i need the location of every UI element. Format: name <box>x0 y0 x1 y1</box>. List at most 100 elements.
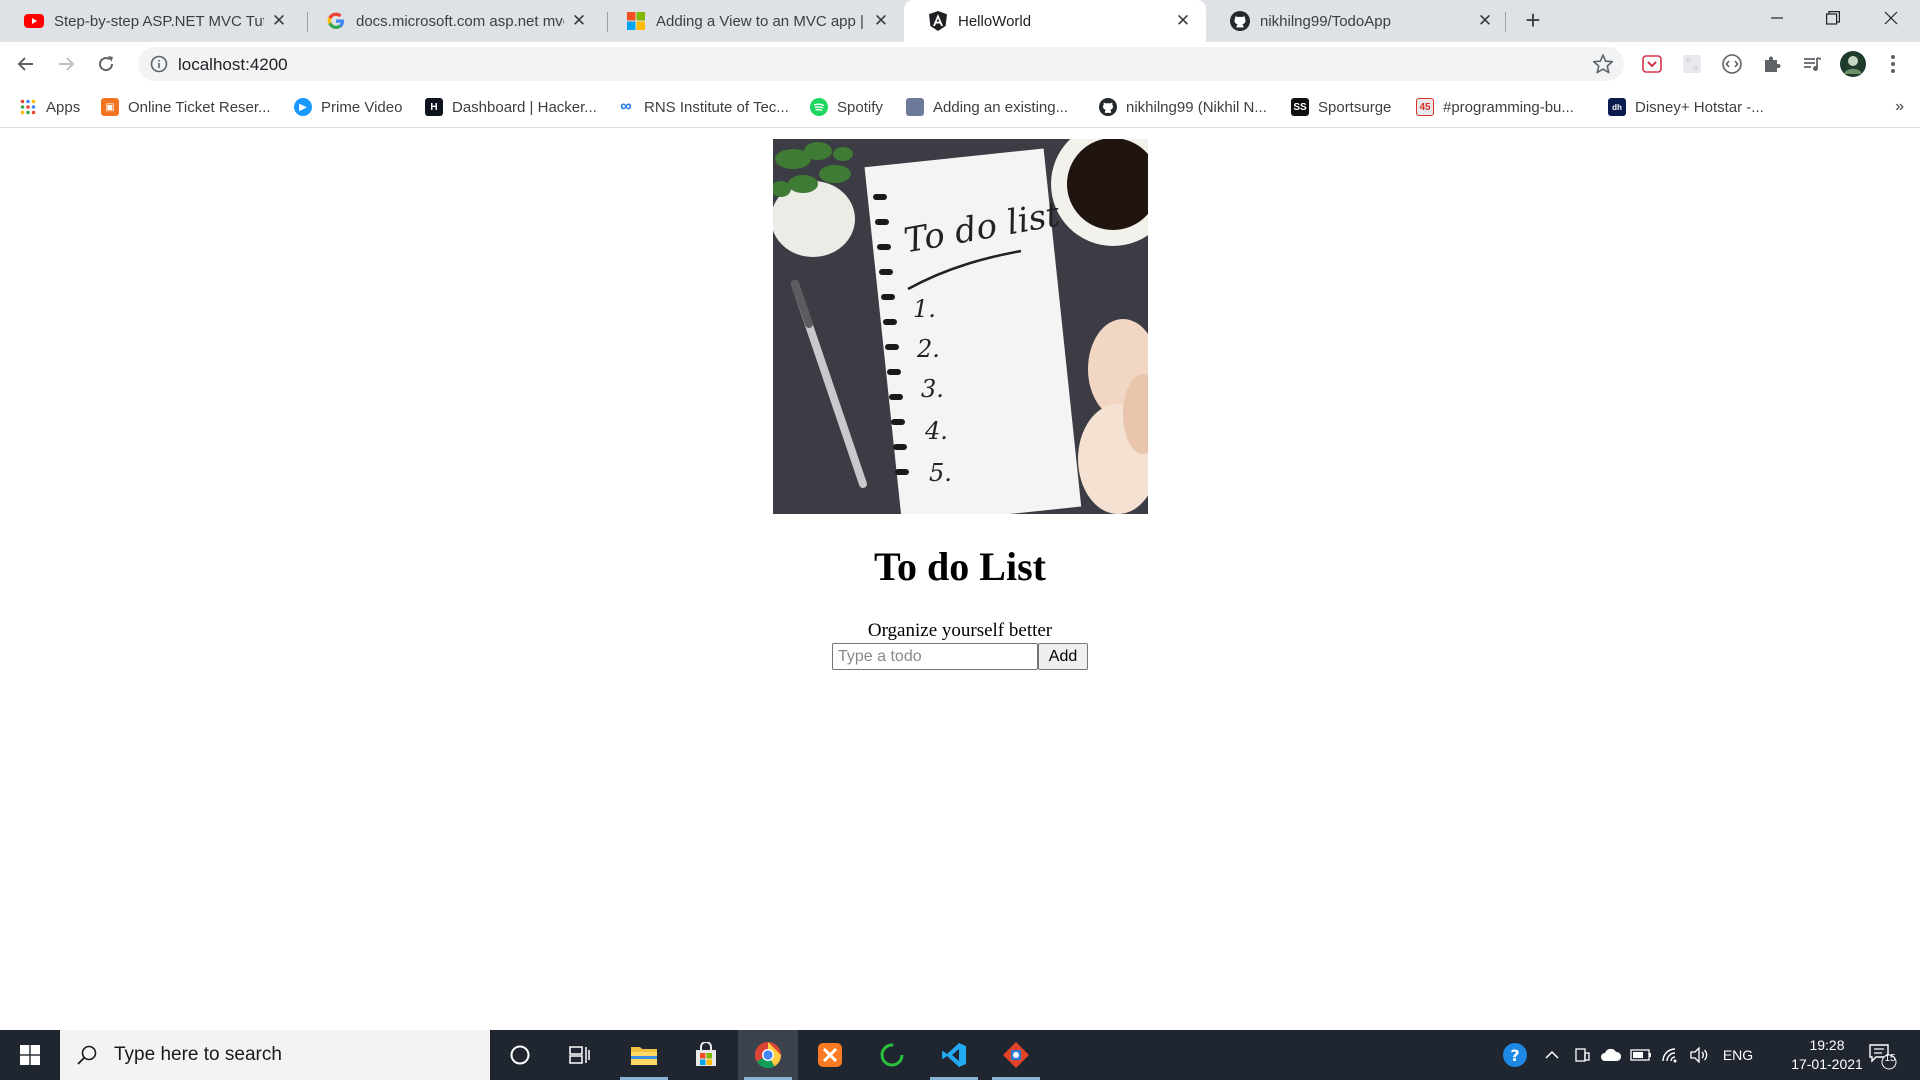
bookmark-apps[interactable]: Apps <box>19 95 80 119</box>
microsoft-icon <box>626 11 646 31</box>
github-icon <box>1099 98 1117 116</box>
cortana-button[interactable] <box>490 1030 550 1080</box>
onedrive-icon[interactable] <box>1598 1030 1624 1080</box>
restore-button[interactable] <box>1808 0 1858 36</box>
store-app[interactable] <box>676 1030 736 1080</box>
bookmark-hotstar[interactable]: dh Disney+ Hotstar -... <box>1608 95 1764 119</box>
vscode-app[interactable] <box>924 1030 984 1080</box>
language-indicator[interactable]: ENG <box>1718 1030 1758 1080</box>
bookmark-label: #programming-bu... <box>1443 98 1574 116</box>
chrome-icon <box>754 1041 782 1069</box>
address-bar[interactable]: localhost:4200 <box>138 47 1624 81</box>
reload-button[interactable] <box>92 50 120 78</box>
folder-icon <box>631 1047 657 1065</box>
wifi-icon[interactable] <box>1658 1030 1684 1080</box>
forward-button[interactable] <box>52 50 80 78</box>
store-icon <box>696 1042 716 1066</box>
close-icon[interactable]: ✕ <box>872 11 890 30</box>
info-icon[interactable] <box>150 55 168 73</box>
start-button[interactable] <box>0 1030 60 1080</box>
hero-item-5: 5. <box>929 459 952 487</box>
search-icon <box>76 1044 98 1066</box>
bookmark-rns-institute[interactable]: ∞ RNS Institute of Tec... <box>617 95 789 119</box>
browser-chrome: Step-by-step ASP.NET MVC Tutorial ✕ docs… <box>0 0 1920 128</box>
sync-app[interactable] <box>862 1030 922 1080</box>
task-view-icon <box>569 1046 590 1064</box>
close-icon[interactable]: ✕ <box>1174 11 1192 30</box>
clock[interactable]: 19:28 17-01-2021 <box>1782 1036 1872 1074</box>
tab-google[interactable]: docs.microsoft.com asp.net mvc ✕ <box>302 0 602 42</box>
bookmark-online-ticket[interactable]: ▣ Online Ticket Reser... <box>101 95 271 119</box>
angular-icon <box>928 11 948 31</box>
hero-item-1: 1. <box>913 295 936 323</box>
notifications-button[interactable]: 15 <box>1862 1030 1902 1080</box>
bookmark-label: Apps <box>46 98 81 116</box>
page-subtitle: Organize yourself better <box>867 620 1053 641</box>
taskbar: Type here to search ? ENG 19:28 17-01-20… <box>0 1030 1920 1080</box>
address-url: localhost:4200 <box>178 55 288 74</box>
chrome-app[interactable] <box>738 1030 798 1080</box>
xampp-icon <box>818 1043 842 1067</box>
minimize-button[interactable] <box>1752 0 1802 36</box>
prime-video-icon: ▶ <box>294 98 312 116</box>
close-icon[interactable]: ✕ <box>270 11 288 30</box>
bookmark-hackerrank[interactable]: H Dashboard | Hacker... <box>425 95 597 119</box>
todo-input[interactable] <box>832 643 1038 670</box>
bookmarks-overflow-button[interactable]: » <box>1895 98 1904 116</box>
clock-time: 19:28 <box>1809 1037 1845 1053</box>
hackerrank-icon: H <box>425 98 443 116</box>
device-icon[interactable] <box>1570 1030 1594 1080</box>
bookmark-sportsurge[interactable]: SS Sportsurge <box>1291 95 1391 119</box>
chevron-up-icon[interactable] <box>1540 1030 1564 1080</box>
bookmark-prime-video[interactable]: ▶ Prime Video <box>294 95 402 119</box>
cortana-icon <box>510 1045 530 1065</box>
help-icon[interactable]: ? <box>1500 1030 1530 1080</box>
tab-github[interactable]: nikhilng99/TodoApp ✕ <box>1206 0 1508 42</box>
sync-icon <box>880 1043 904 1067</box>
search-placeholder: Type here to search <box>114 1044 282 1065</box>
bookmark-programming[interactable]: 45 #programming-bu... <box>1416 95 1574 119</box>
infinity-icon: ∞ <box>620 98 632 115</box>
taskbar-search[interactable]: Type here to search <box>60 1030 490 1080</box>
add-button[interactable]: Add <box>1038 643 1088 670</box>
media-queue-icon[interactable] <box>1801 53 1823 75</box>
bookmark-spotify[interactable]: Spotify <box>810 95 883 119</box>
page-icon <box>906 98 924 116</box>
volume-icon[interactable] <box>1686 1030 1712 1080</box>
puzzle-extensions-icon[interactable] <box>1761 53 1783 75</box>
xampp-app[interactable] <box>800 1030 860 1080</box>
close-icon[interactable]: ✕ <box>570 11 588 30</box>
bookmark-github-profile[interactable]: nikhilng99 (Nikhil N... <box>1099 95 1267 119</box>
star-icon[interactable] <box>1592 53 1614 75</box>
file-explorer-app[interactable] <box>614 1030 674 1080</box>
hero-item-2: 2. <box>916 335 940 363</box>
svg-text:?: ? <box>1510 1046 1519 1065</box>
tab-helloworld[interactable]: HelloWorld ✕ <box>904 0 1206 42</box>
ticket-icon: ▣ <box>101 98 119 116</box>
pocket-extension-icon[interactable] <box>1641 53 1663 75</box>
clock-date: 17-01-2021 <box>1791 1056 1863 1072</box>
task-view-button[interactable] <box>550 1030 610 1080</box>
close-icon[interactable]: ✕ <box>1476 11 1494 30</box>
tab-title: docs.microsoft.com asp.net mvc <box>356 12 564 30</box>
menu-kebab-icon[interactable] <box>1882 53 1904 75</box>
tab-strip: Step-by-step ASP.NET MVC Tutorial ✕ docs… <box>0 0 1920 42</box>
tab-microsoft[interactable]: Adding a View to an MVC app | Microsoft … <box>602 0 904 42</box>
battery-icon[interactable] <box>1628 1030 1654 1080</box>
page-content: To do list 1. 2. 3. 4. 5. To do List Org… <box>0 128 1920 1030</box>
bookmark-label: Prime Video <box>321 98 403 116</box>
bookmark-adding-existing[interactable]: Adding an existing... <box>906 95 1068 119</box>
tab-title: nikhilng99/TodoApp <box>1260 12 1391 30</box>
git-app[interactable] <box>986 1030 1046 1080</box>
extension-placeholder-icon[interactable] <box>1681 53 1703 75</box>
avatar[interactable] <box>1840 51 1866 77</box>
bookmark-label: Online Ticket Reser... <box>128 98 271 116</box>
bookmark-label: RNS Institute of Tec... <box>644 98 789 116</box>
back-button[interactable] <box>12 50 40 78</box>
new-tab-button[interactable]: + <box>1520 7 1546 34</box>
tab-youtube[interactable]: Step-by-step ASP.NET MVC Tutorial ✕ <box>0 0 302 42</box>
google-icon <box>326 11 346 31</box>
code-extension-icon[interactable] <box>1721 53 1743 75</box>
close-window-button[interactable] <box>1866 0 1916 36</box>
tab-separator <box>1505 12 1506 32</box>
